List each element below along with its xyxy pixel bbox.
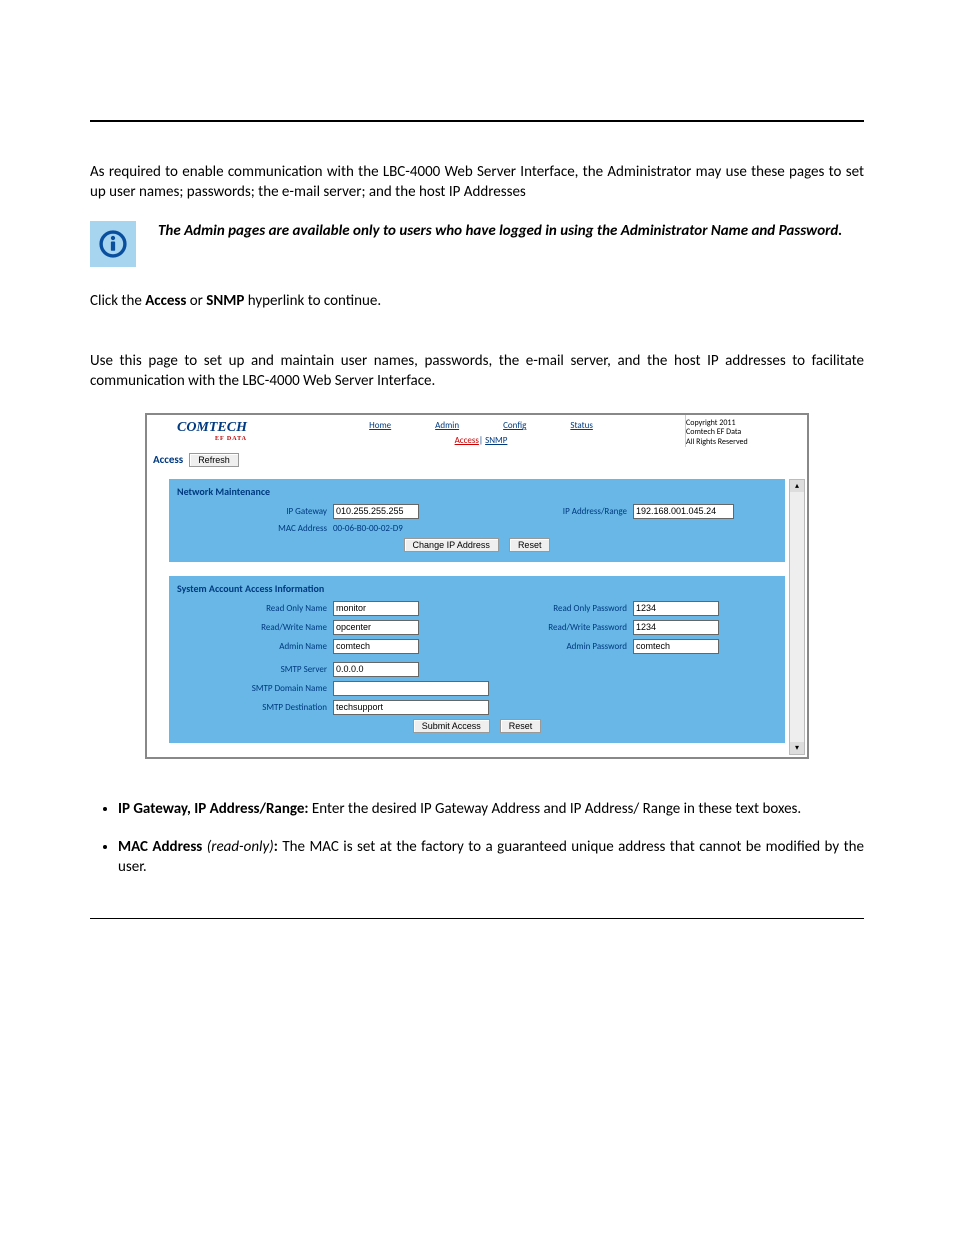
bullet2-strong: MAC Address: [118, 838, 202, 856]
bottom-rule: [90, 918, 864, 919]
smtp-dest-input[interactable]: [333, 700, 489, 715]
ip-address-input[interactable]: [633, 504, 734, 519]
rw-pw-label: Read/Write Password: [477, 622, 633, 633]
reset-ip-button[interactable]: Reset: [509, 538, 551, 552]
click-pre: Click the: [90, 292, 145, 310]
header-row: COMTECH EF DATA Home Admin Config Status…: [147, 415, 807, 447]
bullet1-rest: Enter the desired IP Gateway Address and…: [309, 800, 802, 818]
list-item: MAC Address (read-only): The MAC is set …: [118, 837, 864, 878]
ro-name-label: Read Only Name: [177, 603, 333, 614]
tab-home[interactable]: Home: [347, 416, 413, 433]
scrollbar[interactable]: ▴ ▾: [789, 479, 805, 755]
bullet2-italic: (read-only): [202, 838, 273, 856]
use-page-paragraph: Use this page to set up and maintain use…: [90, 351, 864, 392]
callout-text: The Admin pages are available only to us…: [158, 221, 842, 241]
logo-cell: COMTECH EF DATA: [147, 415, 277, 447]
ip-gateway-input[interactable]: [333, 504, 419, 519]
tab-status[interactable]: Status: [548, 416, 615, 433]
tab-admin[interactable]: Admin: [413, 416, 481, 433]
admin-name-label: Admin Name: [177, 641, 333, 652]
click-mid: or: [186, 292, 206, 310]
admin-name-input[interactable]: [333, 639, 419, 654]
account-access-title: System Account Access Information: [177, 582, 777, 595]
smtp-dest-label: SMTP Destination: [177, 702, 333, 713]
page-title: Access: [153, 453, 183, 466]
scroll-down-icon[interactable]: ▾: [790, 742, 804, 754]
smtp-server-input[interactable]: [333, 662, 419, 677]
ro-name-input[interactable]: [333, 601, 419, 616]
smtp-server-label: SMTP Server: [177, 664, 333, 675]
click-post: hyperlink to continue.: [244, 292, 381, 310]
copyright-line3: All Rights Reserved: [686, 438, 801, 447]
logo-sub: EF DATA: [177, 436, 247, 442]
copyright-block: Copyright 2011 Comtech EF Data All Right…: [685, 415, 807, 447]
rw-name-input[interactable]: [333, 620, 419, 635]
network-maintenance-title: Network Maintenance: [177, 485, 777, 498]
admin-pw-input[interactable]: [633, 639, 719, 654]
comtech-logo: COMTECH EF DATA: [177, 420, 247, 442]
screenshot-frame: COMTECH EF DATA Home Admin Config Status…: [145, 413, 809, 759]
submit-access-button[interactable]: Submit Access: [413, 719, 490, 733]
smtp-domain-input[interactable]: [333, 681, 489, 696]
click-line: Click the Access or SNMP hyperlink to co…: [90, 291, 864, 311]
rw-pw-input[interactable]: [633, 620, 719, 635]
snmp-word: SNMP: [206, 292, 244, 310]
rw-name-label: Read/Write Name: [177, 622, 333, 633]
admin-pw-label: Admin Password: [477, 641, 633, 652]
bullet1-strong: IP Gateway, IP Address/Range:: [118, 800, 309, 818]
sub-links: Access| SNMP: [455, 435, 508, 446]
info-icon: [90, 221, 136, 267]
network-maintenance-block: Network Maintenance IP Gateway IP Addres…: [169, 479, 785, 562]
ro-pw-input[interactable]: [633, 601, 719, 616]
admin-callout: The Admin pages are available only to us…: [90, 221, 864, 267]
change-ip-button[interactable]: Change IP Address: [404, 538, 499, 552]
mac-address-label: MAC Address: [177, 523, 333, 534]
refresh-button[interactable]: Refresh: [189, 453, 239, 467]
sublink-snmp[interactable]: SNMP: [485, 435, 507, 446]
access-bar: Access Refresh: [147, 447, 807, 479]
ip-gateway-label: IP Gateway: [177, 506, 333, 517]
list-item: IP Gateway, IP Address/Range: Enter the …: [118, 799, 864, 819]
tab-config[interactable]: Config: [481, 416, 548, 433]
bullet-list: IP Gateway, IP Address/Range: Enter the …: [118, 799, 864, 878]
intro-paragraph: As required to enable communication with…: [90, 162, 864, 203]
smtp-domain-label: SMTP Domain Name: [177, 683, 333, 694]
logo-text: COMTECH: [177, 420, 247, 435]
ip-address-label: IP Address/Range: [477, 506, 633, 517]
access-word: Access: [145, 292, 186, 310]
reset-access-button[interactable]: Reset: [500, 719, 542, 733]
top-rule: [90, 120, 864, 122]
mac-address-value: 00-06-B0-00-02-D9: [333, 523, 403, 534]
ro-pw-label: Read Only Password: [477, 603, 633, 614]
scroll-up-icon[interactable]: ▴: [790, 480, 804, 492]
account-access-block: System Account Access Information Read O…: [169, 576, 785, 743]
nav-tabs: Home Admin Config Status Access| SNMP: [277, 415, 685, 447]
sublink-access[interactable]: Access: [455, 435, 479, 446]
